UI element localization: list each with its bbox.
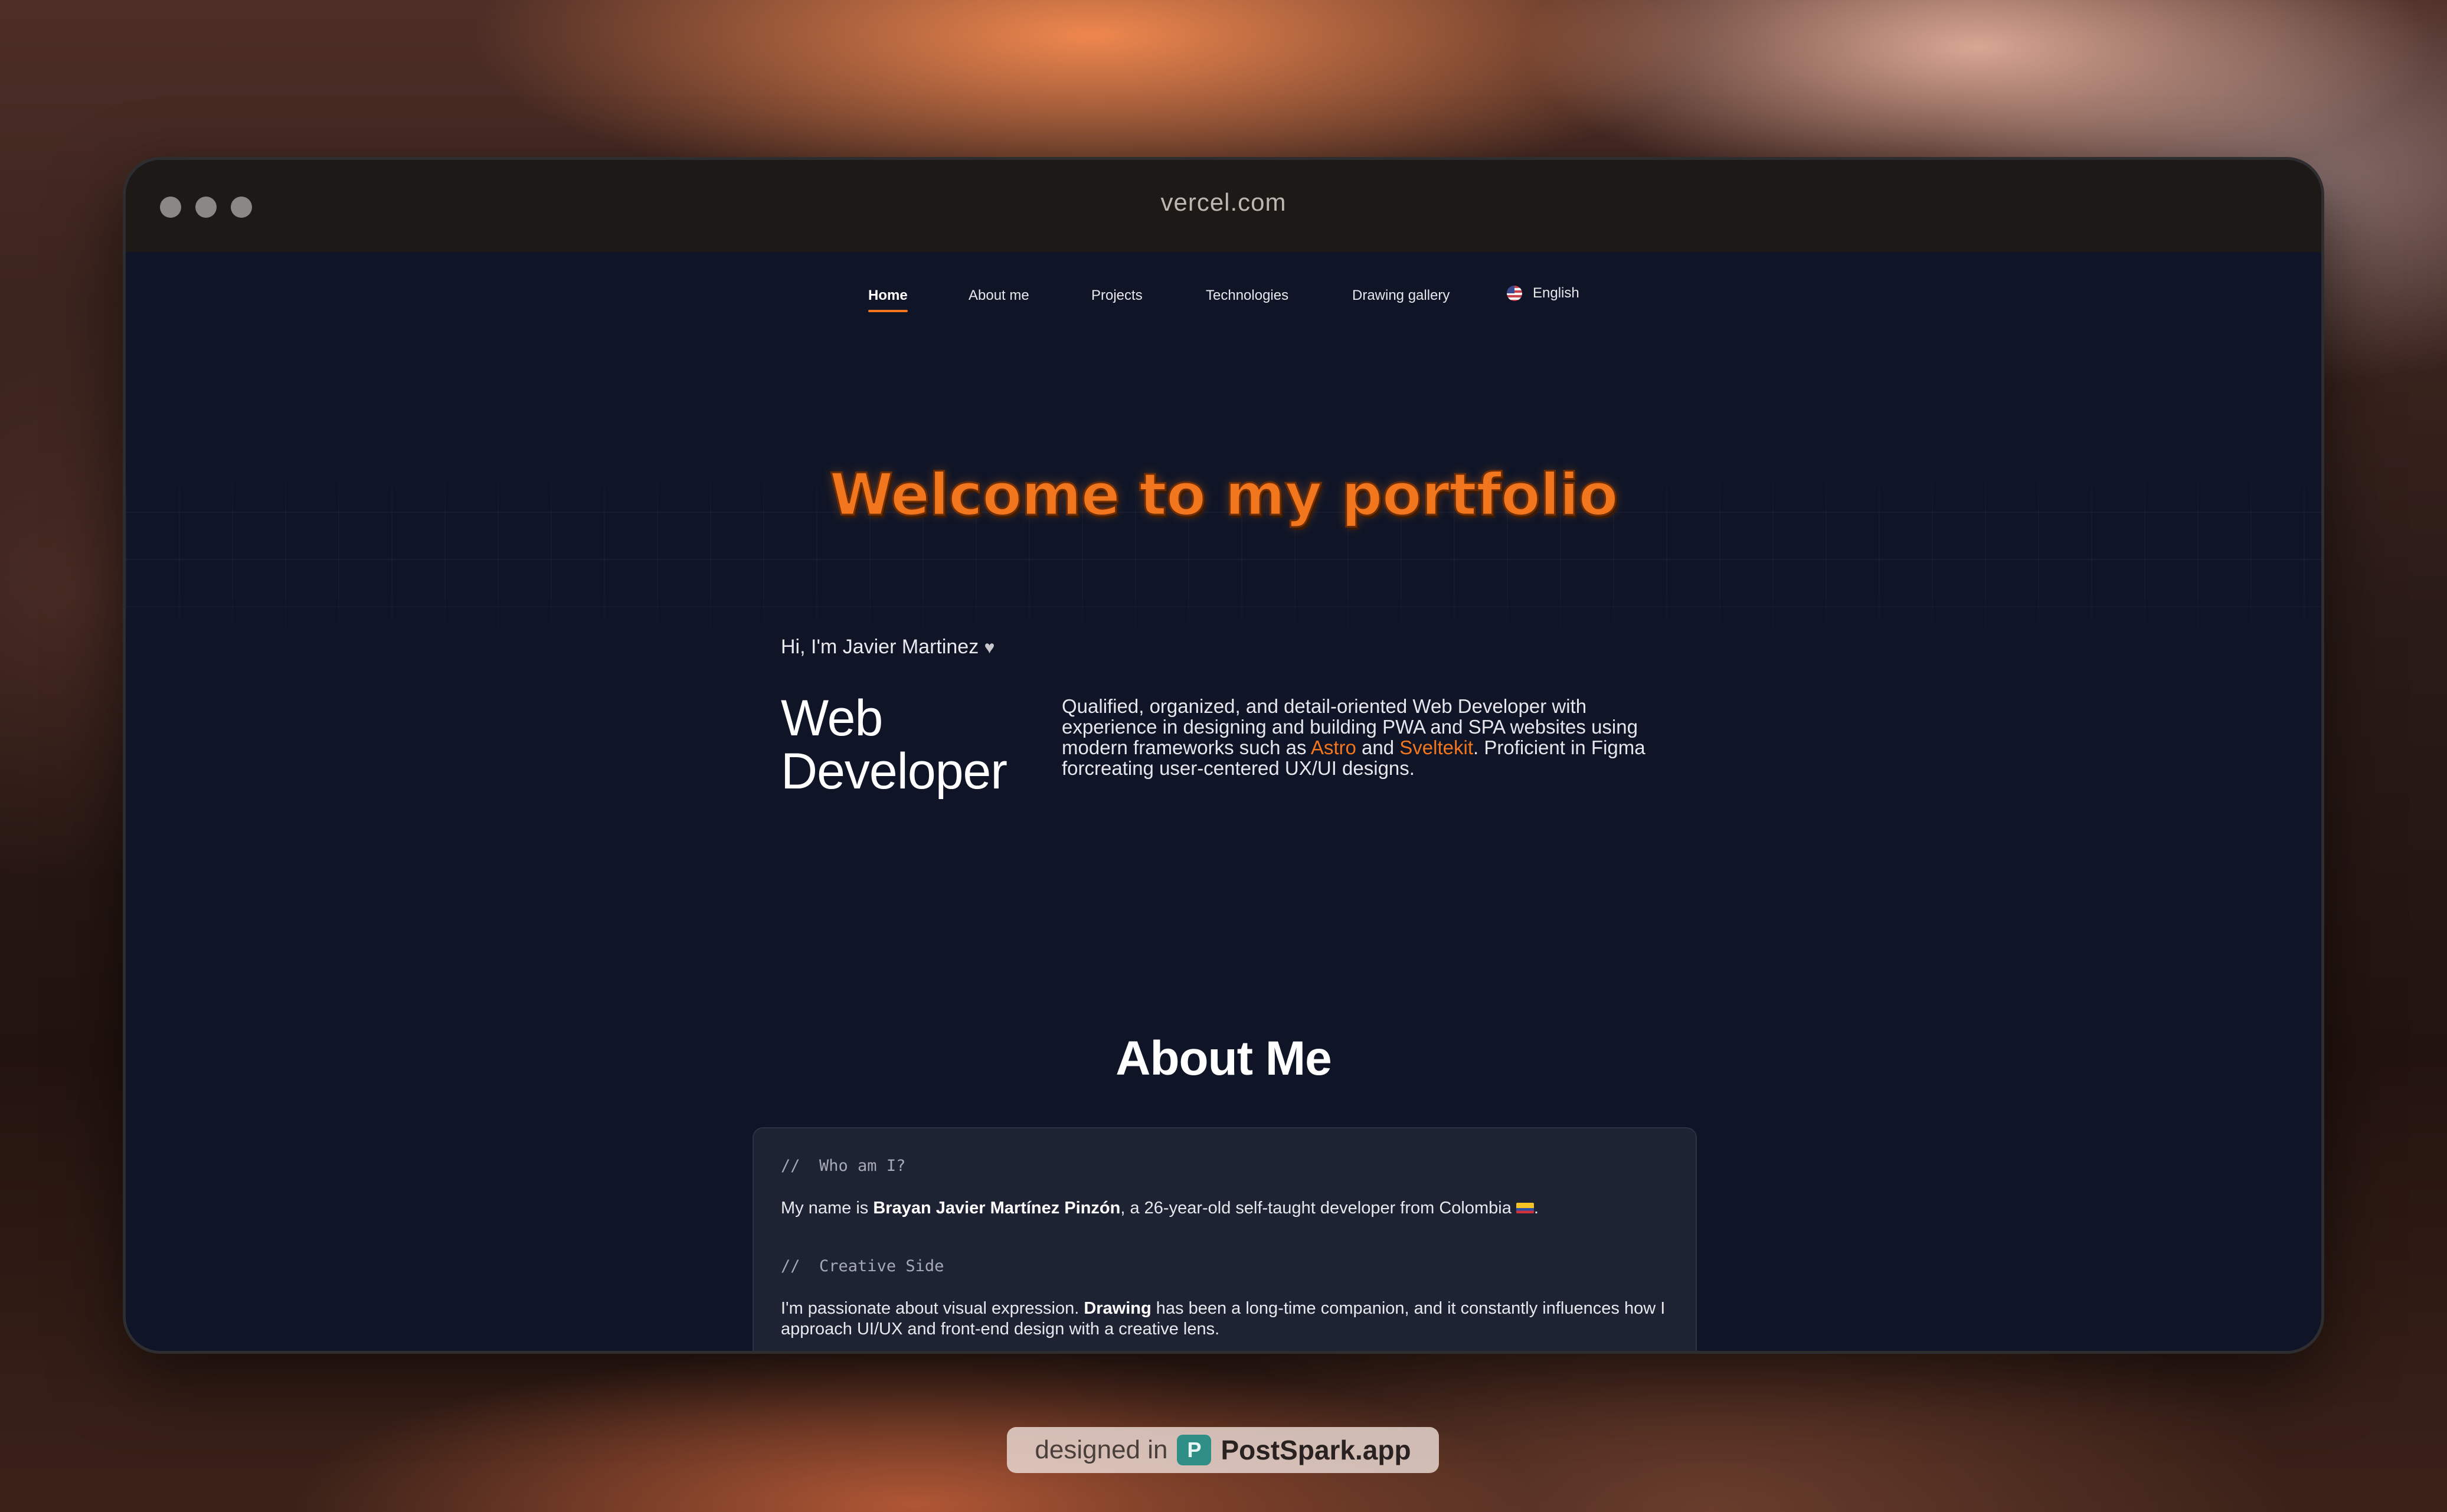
hero-description: Qualified, organized, and detail-oriente… (1062, 696, 1676, 778)
badge-brand: PostSpark.app (1221, 1435, 1411, 1465)
badge-prefix: designed in (1035, 1435, 1168, 1464)
active-nav-indicator (868, 310, 908, 312)
white-heart-icon: ♥ (984, 638, 995, 657)
nav-item-label: About me (969, 287, 1029, 303)
language-selector[interactable]: English (1507, 285, 1579, 302)
drawing-highlight: Drawing (1084, 1299, 1151, 1318)
logo-letter: P (1187, 1438, 1202, 1462)
about-text: I'm passionate about visual expression. (781, 1299, 1084, 1318)
nav-item-label: Drawing gallery (1352, 287, 1450, 303)
nav-item-drawing-gallery[interactable]: Drawing gallery (1352, 287, 1450, 304)
nav-item-label: Home (868, 287, 908, 303)
who-am-i-comment: // Who am I? (781, 1157, 905, 1175)
nav-item-home[interactable]: Home (868, 287, 908, 312)
description-and: and (1356, 737, 1400, 758)
nav-item-label: Projects (1091, 287, 1143, 303)
astro-link[interactable]: Astro (1311, 737, 1356, 758)
colombia-flag-icon (1516, 1203, 1534, 1213)
browser-titlebar: vercel.com (126, 160, 2321, 252)
hero-title: Welcome to my portfolio (829, 461, 1619, 530)
postspark-badge[interactable]: designed in P PostSpark.app (1007, 1427, 1439, 1473)
about-text: , a 26-year-old self-taught developer fr… (1120, 1199, 1512, 1218)
creative-side-text: I'm passionate about visual expression. … (781, 1298, 1666, 1340)
nav-item-about-me[interactable]: About me (969, 287, 1029, 304)
comment-text: Creative Side (819, 1257, 944, 1275)
about-text-period: . (1533, 1199, 1539, 1218)
role-line-2: Developer (781, 743, 1007, 800)
browser-window: vercel.com Home About me Projects Techno… (123, 157, 2324, 1354)
page-content: Home About me Projects Technologies Draw… (126, 252, 2321, 1351)
us-flag-icon (1507, 286, 1522, 301)
role-title: Web Developer (781, 692, 1007, 798)
about-section-title: About Me (1115, 1032, 1332, 1085)
comment-slashes: // (781, 1257, 800, 1275)
main-nav: Home About me Projects Technologies Draw… (126, 285, 2321, 323)
sveltekit-link[interactable]: Sveltekit (1399, 737, 1473, 758)
about-card: // Who am I? My name is Brayan Javier Ma… (753, 1127, 1697, 1351)
url-label[interactable]: vercel.com (126, 188, 2321, 217)
language-label: English (1533, 285, 1579, 301)
greeting: Hi, I'm Javier Martinez ♥ (781, 636, 994, 659)
comment-slashes: // (781, 1157, 800, 1175)
creative-side-comment: // Creative Side (781, 1257, 944, 1275)
who-am-i-text: My name is Brayan Javier Martínez Pinzón… (781, 1198, 1666, 1219)
comment-text: Who am I? (819, 1157, 906, 1175)
nav-item-projects[interactable]: Projects (1091, 287, 1143, 304)
full-name: Brayan Javier Martínez Pinzón (873, 1199, 1121, 1218)
nav-item-label: Technologies (1206, 287, 1289, 303)
about-text: My name is (781, 1199, 874, 1218)
role-line-1: Web (781, 690, 883, 747)
nav-item-technologies[interactable]: Technologies (1206, 287, 1288, 304)
greeting-text: Hi, I'm Javier Martinez (781, 636, 979, 658)
postspark-logo-icon: P (1177, 1435, 1212, 1465)
